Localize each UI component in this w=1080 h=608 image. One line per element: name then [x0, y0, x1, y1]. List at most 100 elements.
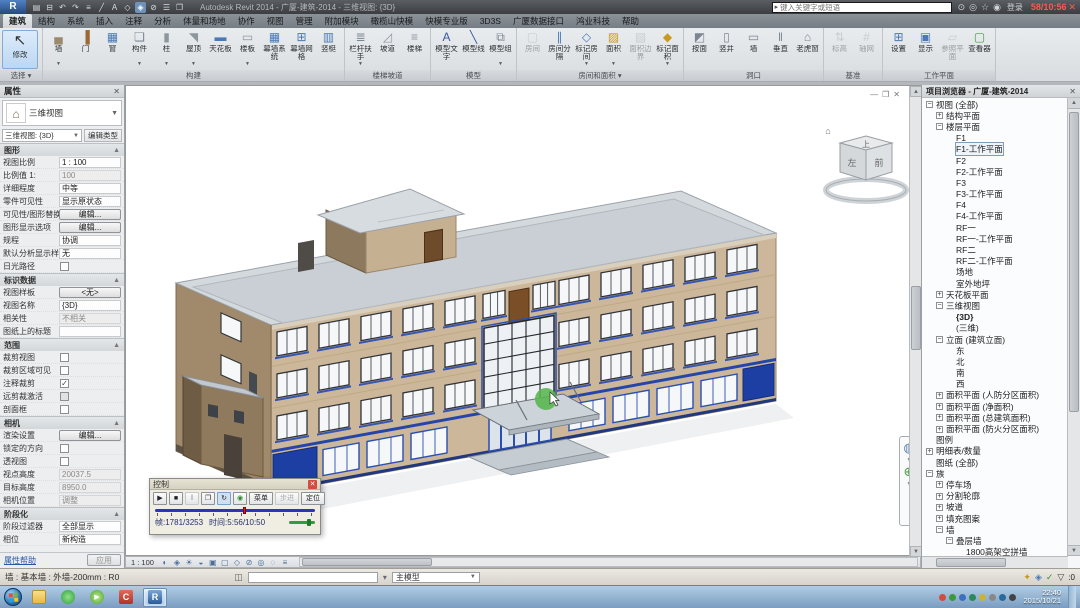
ribbon-item-room[interactable]: ▢房间: [519, 30, 546, 62]
ribbon-item-mullion[interactable]: ▥竖梃: [315, 30, 342, 62]
ribbon-item-column[interactable]: ▮柱▼: [153, 30, 180, 67]
browser-item-F1-工作平面[interactable]: F1-工作平面: [922, 144, 1068, 155]
tab-快模专业版[interactable]: 快模专业版: [419, 14, 474, 28]
browser-item-F2[interactable]: F2: [922, 155, 1068, 166]
browser-item-面积平面 (防火分区面积)[interactable]: +面积平面 (防火分区面积): [922, 423, 1068, 434]
browser-item-面积平面 (净面积)[interactable]: +面积平面 (净面积): [922, 401, 1068, 412]
checkbox[interactable]: [60, 444, 69, 453]
print-icon[interactable]: ≡: [83, 2, 94, 13]
tray-icon[interactable]: [939, 594, 946, 601]
browser-item-室外地坪[interactable]: 室外地坪: [922, 278, 1068, 289]
worksets-input[interactable]: [248, 572, 378, 583]
checkbox[interactable]: [60, 405, 69, 414]
browser-item-族[interactable]: −族: [922, 468, 1068, 479]
browser-360-icon[interactable]: [56, 588, 80, 607]
browser-item-F2-工作平面[interactable]: F2-工作平面: [922, 166, 1068, 177]
browser-item-楼层平面[interactable]: −楼层平面: [922, 121, 1068, 132]
section-header-相机[interactable]: 相机▲: [0, 416, 124, 429]
ribbon-item-dormer[interactable]: ⌂老虎窗: [794, 30, 821, 62]
revit-taskbar-icon[interactable]: R: [143, 588, 167, 607]
section-header-阶段化[interactable]: 阶段化▲: [0, 507, 124, 520]
tab-3D3S[interactable]: 3D3S: [474, 14, 507, 28]
edit-type-button[interactable]: 编辑类型: [84, 129, 122, 142]
edit-button[interactable]: 编辑...: [59, 222, 121, 233]
select-link-icon[interactable]: ✦: [1023, 572, 1031, 583]
crop-view-icon[interactable]: ▢: [219, 558, 231, 567]
section-header-标识数据[interactable]: 标识数据▲: [0, 273, 124, 286]
browser-item-RF一-工作平面[interactable]: RF一-工作平面: [922, 233, 1068, 244]
play-button[interactable]: ▶: [153, 492, 167, 505]
search-input[interactable]: [780, 3, 945, 12]
properties-close-icon[interactable]: ✕: [113, 87, 120, 96]
edit-button[interactable]: 编辑...: [59, 430, 121, 441]
browser-item-1800高架空拼墙[interactable]: 1800高架空拼墙: [922, 547, 1068, 557]
tab-插入[interactable]: 插入: [90, 14, 119, 28]
browser-item-墙[interactable]: −墙: [922, 524, 1068, 535]
ribbon-item-curtain-system[interactable]: ▦幕墙系统: [261, 30, 288, 62]
start-button[interactable]: [4, 588, 22, 606]
playback-control-dialog[interactable]: 控制 ✕ ▶■‖❐↻◉菜单步进定位 帧:1781/3253 时间:5:56/10…: [149, 478, 321, 535]
stop-button[interactable]: ■: [169, 492, 183, 505]
signin-button[interactable]: 登录: [1007, 2, 1023, 13]
pause-button[interactable]: ‖: [185, 492, 199, 505]
visual-style-icon[interactable]: ◈: [171, 558, 183, 567]
tray-icon[interactable]: [999, 594, 1006, 601]
browser-item-分割轮廓[interactable]: +分割轮廓: [922, 491, 1068, 502]
browser-item-结构平面[interactable]: +结构平面: [922, 110, 1068, 121]
hand-tool-button[interactable]: ◉: [233, 492, 247, 505]
show-desktop-button[interactable]: [1068, 586, 1076, 608]
collapse-icon[interactable]: −: [926, 101, 933, 108]
ribbon-item-shaft[interactable]: ▯竖井: [713, 30, 740, 62]
tab-帮助[interactable]: 帮助: [616, 14, 645, 28]
autocad-icon[interactable]: C: [114, 588, 138, 607]
browser-item-三维视图[interactable]: −三维视图: [922, 300, 1068, 311]
horizontal-scroll-thumb[interactable]: [302, 558, 432, 566]
browser-item-明细表/数量[interactable]: +明细表/数量: [922, 446, 1068, 457]
hide-isolate-icon[interactable]: ◎: [255, 558, 267, 567]
browser-item-南[interactable]: 南: [922, 368, 1068, 379]
search-icon[interactable]: ⊙: [958, 2, 966, 13]
tab-广厦数据接口[interactable]: 广厦数据接口: [507, 14, 570, 28]
ribbon-item-door[interactable]: ▐门: [72, 30, 99, 62]
collapse-icon[interactable]: −: [946, 537, 953, 544]
analysis-icon[interactable]: ≡: [279, 558, 291, 567]
media-player-icon[interactable]: ▶: [85, 588, 109, 607]
ribbon-item-model-line[interactable]: ╲模型线: [460, 30, 487, 62]
tray-icon[interactable]: [979, 594, 986, 601]
rendering-dialog-icon[interactable]: ▣: [207, 558, 219, 567]
scroll-down-icon[interactable]: ▼: [1068, 545, 1080, 556]
unlock-view-icon[interactable]: ⊘: [243, 558, 255, 567]
timeline-marker[interactable]: [243, 507, 246, 514]
tab-结构[interactable]: 结构: [32, 14, 61, 28]
expand-icon[interactable]: +: [936, 403, 943, 410]
properties-help-link[interactable]: 属性帮助: [4, 555, 36, 566]
ribbon-item-railing[interactable]: ≣栏杆扶手▼: [347, 30, 374, 67]
expand-icon[interactable]: +: [936, 291, 943, 298]
ribbon-item-curtain-grid[interactable]: ⊞幕墙网格: [288, 30, 315, 62]
ribbon-item-ceiling[interactable]: ▬天花板: [207, 30, 234, 62]
edit-button[interactable]: <无>: [59, 287, 121, 298]
browser-item-视图 (全部)[interactable]: −视图 (全部): [922, 99, 1068, 110]
section-header-范围[interactable]: 范围▲: [0, 338, 124, 351]
browser-item-RF一[interactable]: RF一: [922, 222, 1068, 233]
ribbon-item-tag-room[interactable]: ◇标记房间▼: [573, 30, 600, 67]
ribbon-item-set-work-plane[interactable]: ⊞设置: [885, 30, 912, 62]
view-minimize-icon[interactable]: —: [870, 90, 878, 99]
view-scale-button[interactable]: 1 : 100: [128, 558, 157, 567]
expand-icon[interactable]: +: [936, 481, 943, 488]
checkbox[interactable]: [60, 262, 69, 271]
browser-item-叠层墙[interactable]: −叠层墙: [922, 535, 1068, 546]
ribbon-item-window[interactable]: ▦窗: [99, 30, 126, 62]
tab-建筑[interactable]: 建筑: [3, 14, 32, 28]
collapse-icon[interactable]: −: [936, 336, 943, 343]
timeline-slider[interactable]: [155, 507, 315, 516]
locate-button[interactable]: 定位: [301, 492, 325, 505]
ribbon-item-grid[interactable]: #轴网: [853, 30, 880, 62]
crop-region-icon[interactable]: ◇: [231, 558, 243, 567]
recording-close-icon[interactable]: ✕: [1068, 2, 1076, 13]
step-button[interactable]: 步进: [275, 492, 299, 505]
ribbon-item-vertical-opening[interactable]: ‖垂直: [767, 30, 794, 62]
browser-item-图纸 (全部)[interactable]: 图纸 (全部): [922, 457, 1068, 468]
tab-视图[interactable]: 视图: [261, 14, 290, 28]
ribbon-item-wall[interactable]: ▄墙▼: [45, 30, 72, 67]
